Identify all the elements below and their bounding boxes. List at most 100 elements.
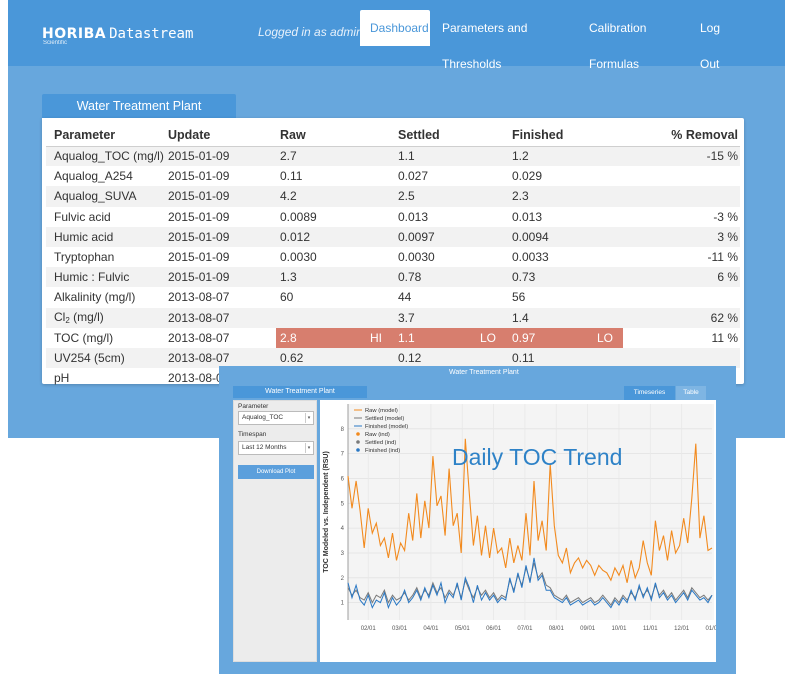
cell-settled: 0.027: [392, 166, 506, 186]
table-row[interactable]: Tryptophan 2015-01-09 0.0030 0.0030 0.0033 -1…: [46, 247, 740, 267]
legend-swatch: [356, 448, 360, 452]
tab-table[interactable]: Table: [676, 386, 706, 400]
y-tick-label: 2: [341, 576, 345, 582]
cell-parameter-value: Humic acid: [54, 229, 114, 244]
table-row[interactable]: Humic acid 2015-01-09 0.012 0.0097 0.0094 3 %: [46, 226, 740, 247]
cell-settled-value: 3.7: [398, 310, 415, 325]
cell-finished-value: 56: [512, 290, 526, 305]
x-tick-label: 12/01: [674, 626, 690, 632]
y-tick-label: 8: [341, 427, 345, 433]
legend-entry: Raw (model): [365, 408, 398, 414]
cell-removal: -11 %: [623, 247, 740, 267]
col-update[interactable]: Update: [164, 124, 276, 147]
table-row[interactable]: Alkalinity (mg/l) 2013-08-07 60 44 56: [46, 287, 740, 307]
cell-removal: [623, 287, 740, 307]
x-tick-label: 04/01: [423, 626, 439, 632]
table-row[interactable]: Aqualog_TOC (mg/l) 2015-01-09 2.7 1.1 1.2 -15…: [46, 146, 740, 167]
parameter-table: Parameter Update Raw Settled Finished % …: [46, 124, 740, 388]
cell-update: 2015-01-09: [164, 207, 276, 227]
cell-raw-value: 2.7: [280, 149, 297, 164]
cell-removal-value: 11 %: [711, 330, 738, 345]
table-row[interactable]: Aqualog_SUVA 2015-01-09 4.2 2.5 2.3: [46, 186, 740, 207]
cell-settled-value: 0.0097: [398, 229, 435, 244]
cell-settled: 0.013: [392, 207, 506, 227]
table-row[interactable]: Aqualog_A254 2015-01-09 0.11 0.027 0.029: [46, 166, 740, 186]
x-tick-label: 10/01: [611, 626, 627, 632]
cell-finished-value: 0.73: [512, 270, 536, 285]
x-tick-label: 09/01: [580, 626, 596, 632]
cell-parameter-value: Aqualog_TOC (mg/l): [54, 149, 164, 164]
cell-raw-value: 0.62: [280, 350, 304, 365]
col-raw[interactable]: Raw: [276, 124, 392, 147]
cell-update-value: 2013-08-07: [168, 330, 230, 345]
cell-finished-value: 2.3: [512, 189, 529, 204]
cell-raw-value: 0.0089: [280, 209, 317, 224]
cell-finished: 0.029: [506, 166, 623, 186]
cell-finished: 1.4: [506, 307, 623, 328]
horiba-logo[interactable]: HORIBA Datastream Scientific: [42, 25, 193, 46]
cell-raw: 0.0030: [276, 247, 392, 267]
cell-update-value: 2015-01-09: [168, 270, 230, 285]
cell-settled: 0.0030: [392, 247, 506, 267]
table-row[interactable]: Humic : Fulvic 2015-01-09 1.3 0.78 0.73 6 %: [46, 267, 740, 288]
cell-update: 2013-08-07: [164, 328, 276, 348]
cell-parameter: Aqualog_A254: [46, 166, 164, 186]
y-tick-label: 4: [341, 526, 345, 532]
cell-settled: 0.0097: [392, 226, 506, 247]
timespan-select[interactable]: Last 12 Months ▾: [238, 441, 314, 455]
table-row[interactable]: Fulvic acid 2015-01-09 0.0089 0.013 0.013 -3 …: [46, 207, 740, 227]
col-removal[interactable]: % Removal: [623, 124, 740, 147]
tab-timeseries[interactable]: Timeseries: [624, 386, 675, 400]
chart-heading: Daily TOC Trend: [452, 444, 623, 470]
legend-entry: Finished (ind): [365, 448, 400, 454]
cell-removal: [623, 186, 740, 207]
cell-update-value: 2013-08-07: [168, 310, 230, 325]
cell-raw-value: 0.0030: [280, 250, 317, 265]
plot-controls: Parameter Aqualog_TOC ▾ Timespan Last 12…: [233, 400, 317, 662]
col-settled[interactable]: Settled: [392, 124, 506, 147]
cell-finished: 1.2: [506, 146, 623, 167]
table-body: Aqualog_TOC (mg/l) 2015-01-09 2.7 1.1 1.2 -15…: [46, 146, 740, 388]
cell-finished: 56: [506, 287, 623, 307]
nav-parameters-thresholds[interactable]: Parameters and Thresholds: [432, 10, 578, 71]
col-finished[interactable]: Finished: [506, 124, 623, 147]
cell-raw-value: 1.3: [280, 270, 297, 285]
nav-dashboard[interactable]: Dashboard: [360, 10, 430, 49]
nav-calibration-formulas[interactable]: Calibration Formulas: [579, 10, 686, 71]
cell-parameter-value: UV254 (5cm): [54, 350, 125, 365]
table-row[interactable]: TOC (mg/l) 2013-08-07 2.8 HI 1.1 LO 0.97 LO 11 %: [46, 327, 740, 348]
cell-finished: 0.0094: [506, 226, 623, 247]
toc-trend-chart: 1 2 3 4 5 6 7 8 02/01 03/01 04/01 05/01 06/01 07/01 08…: [323, 404, 721, 632]
cell-settled-value: 0.0030: [398, 250, 435, 265]
table-row[interactable]: Cl2 (mg/l) 2013-08-07 3.7 1.4 62 %: [46, 307, 740, 328]
cell-finished-value: 0.11: [512, 350, 535, 365]
cell-raw: 0.012: [276, 226, 392, 247]
cell-update: 2013-08-07: [164, 287, 276, 307]
cell-parameter-value: Aqualog_A254: [54, 169, 133, 184]
cell-removal: 11 %: [623, 328, 740, 348]
x-tick-label: 06/01: [486, 626, 502, 632]
download-plot-button[interactable]: Download Plot: [238, 465, 314, 479]
nav-logout[interactable]: Log Out: [690, 10, 748, 71]
cell-parameter: Aqualog_TOC (mg/l): [46, 146, 164, 167]
y-axis-label: TOC Modeled vs. Independent (RSU): [323, 451, 330, 573]
cell-update: 2015-01-09: [164, 226, 276, 247]
legend-entry: Finished (model): [365, 424, 408, 430]
cell-parameter: Fulvic acid: [46, 207, 164, 227]
cell-update-value: 2015-01-09: [168, 250, 230, 265]
legend-entry: Raw (ind): [365, 432, 390, 438]
cell-raw-value: 4.2: [280, 189, 297, 204]
cell-finished: 2.3: [506, 186, 623, 207]
parameter-label: Parameter: [238, 403, 269, 410]
parameter-select[interactable]: Aqualog_TOC ▾: [238, 411, 314, 425]
cell-parameter-value: Tryptophan: [54, 250, 115, 265]
cell-parameter-value: Alkalinity (mg/l): [54, 290, 136, 305]
cell-settled: 1.1 LO: [392, 327, 506, 348]
chart-window-title: Water Treatment Plant: [449, 369, 519, 376]
col-parameter[interactable]: Parameter: [46, 124, 164, 147]
cell-removal: 62 %: [623, 307, 740, 328]
parameter-unit: (mg/l): [69, 310, 104, 325]
cell-settled-value: 0.12: [398, 350, 422, 365]
cell-finished: 0.0033: [506, 247, 623, 267]
cell-raw: 1.3: [276, 267, 392, 288]
